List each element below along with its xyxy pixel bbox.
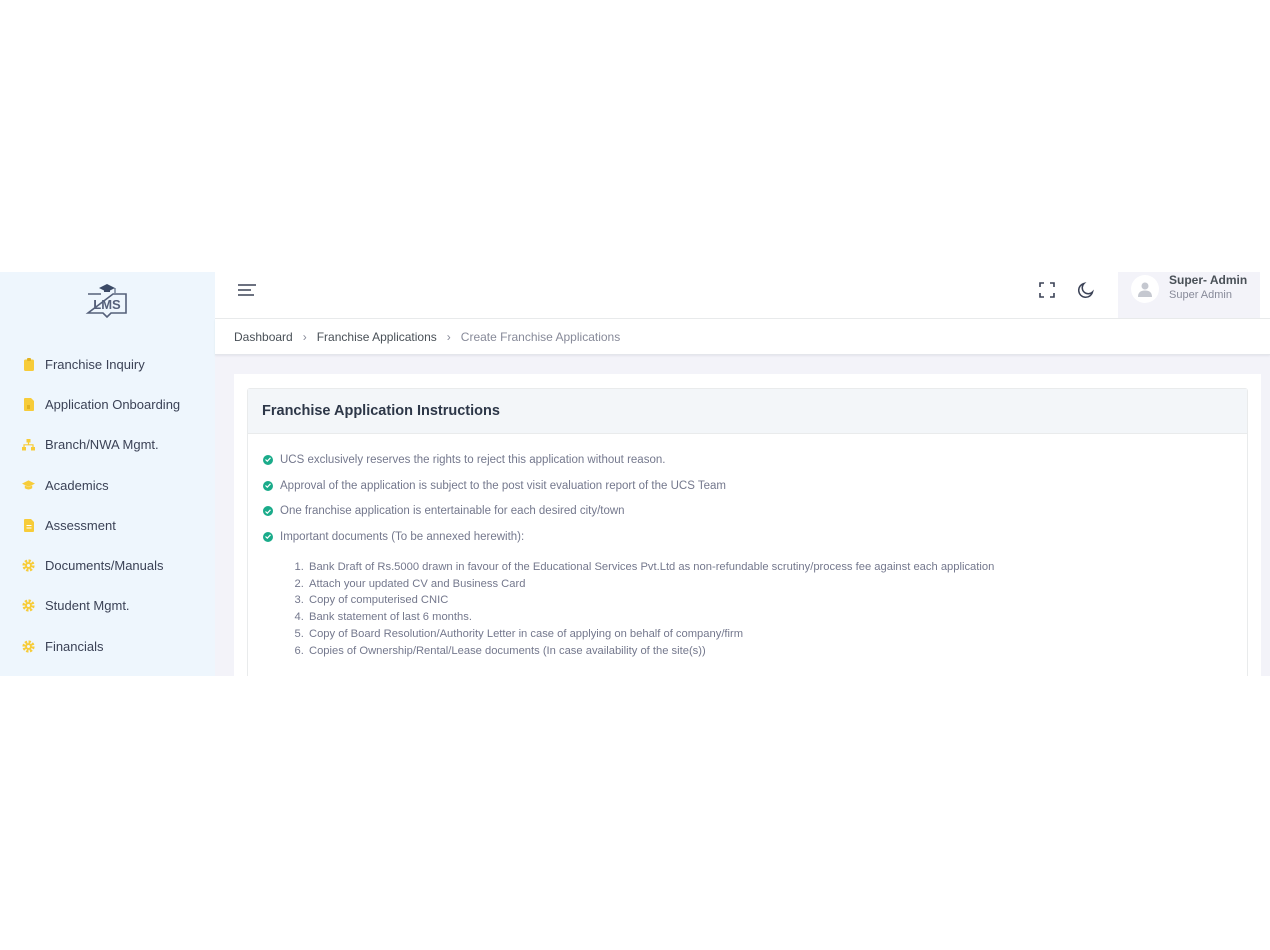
list-item: Bank statement of last 6 months. xyxy=(307,609,1247,626)
fullscreen-icon[interactable] xyxy=(1036,279,1058,301)
list-item: Copy of computerised CNIC xyxy=(307,592,1247,609)
instruction-point: UCS exclusively reserves the rights to r… xyxy=(263,447,1247,473)
hamburger-menu-icon[interactable] xyxy=(237,280,259,300)
file-icon xyxy=(22,397,35,411)
instruction-text: Approval of the application is subject t… xyxy=(280,479,726,492)
user-role: Super Admin xyxy=(1169,289,1232,301)
sidebar-item-label: Application Onboarding xyxy=(45,396,181,412)
breadcrumb-franchise-applications[interactable]: Franchise Applications xyxy=(317,330,437,344)
breadcrumb-separator: › xyxy=(302,329,307,344)
app-shell: LMS Franchise Inquiry Application Onboar… xyxy=(0,272,1270,676)
sidebar-item-documents-manuals[interactable]: Documents/Manuals xyxy=(0,545,215,585)
list-item: Copy of Board Resolution/Authority Lette… xyxy=(307,626,1247,643)
sidebar-item-student-mgmt[interactable]: Student Mgmt. xyxy=(0,586,215,626)
gear-icon xyxy=(22,559,35,572)
breadcrumb-current: Create Franchise Applications xyxy=(460,329,621,344)
sidebar: LMS Franchise Inquiry Application Onboar… xyxy=(0,272,215,676)
sidebar-item-assessment[interactable]: Assessment xyxy=(0,505,215,545)
sidebar-item-label: Financials xyxy=(45,638,104,654)
instruction-point: Approval of the application is subject t… xyxy=(263,473,1247,499)
documents-list: Bank Draft of Rs.5000 drawn in favour of… xyxy=(307,559,1247,660)
document-icon xyxy=(22,518,35,532)
sitemap-icon xyxy=(22,438,35,451)
moon-icon[interactable] xyxy=(1075,279,1097,301)
instructions-card: Franchise Application Instructions UCS e… xyxy=(247,388,1248,676)
lms-logo[interactable]: LMS xyxy=(84,282,130,320)
check-circle-icon xyxy=(263,454,273,465)
sidebar-item-label: Documents/Manuals xyxy=(45,558,164,574)
sidebar-item-application-onboarding[interactable]: Application Onboarding xyxy=(0,384,215,424)
main-content: Super- Admin Super Admin Dashboard › Fra… xyxy=(215,272,1270,676)
instruction-point: Important documents (To be annexed herew… xyxy=(263,524,1247,550)
user-name: Super- Admin xyxy=(1169,273,1248,287)
top-bar: Super- Admin Super Admin xyxy=(215,272,1270,319)
sidebar-item-label: Branch/NWA Mgmt. xyxy=(45,437,159,453)
breadcrumb: Dashboard › Franchise Applications › Cre… xyxy=(215,319,1270,355)
instructions-body: UCS exclusively reserves the rights to r… xyxy=(248,434,1247,660)
breadcrumb-dashboard[interactable]: Dashboard xyxy=(234,330,293,344)
sidebar-item-label: Student Mgmt. xyxy=(45,598,130,614)
list-item: Copies of Ownership/Rental/Lease documen… xyxy=(307,643,1247,660)
graduation-cap-icon xyxy=(22,479,35,492)
instructions-title: Franchise Application Instructions xyxy=(262,403,500,419)
list-item: Attach your updated CV and Business Card xyxy=(307,576,1247,593)
sidebar-item-label: Assessment xyxy=(45,517,116,533)
sidebar-item-financials[interactable]: Financials xyxy=(0,626,215,666)
check-circle-icon xyxy=(263,480,273,491)
breadcrumb-separator: › xyxy=(446,329,451,344)
list-item: Bank Draft of Rs.5000 drawn in favour of… xyxy=(307,559,1247,576)
sidebar-item-branch-nwa-mgmt[interactable]: Branch/NWA Mgmt. xyxy=(0,425,215,465)
content-card: Franchise Application Instructions UCS e… xyxy=(234,374,1261,676)
instruction-point: One franchise application is entertainab… xyxy=(263,498,1247,524)
check-circle-icon xyxy=(263,506,273,517)
sidebar-item-label: Academics xyxy=(45,477,109,493)
sidebar-menu: Franchise Inquiry Application Onboarding… xyxy=(0,344,215,666)
svg-text:LMS: LMS xyxy=(93,297,121,312)
sidebar-item-franchise-inquiry[interactable]: Franchise Inquiry xyxy=(0,344,215,384)
instruction-text: Important documents (To be annexed herew… xyxy=(280,530,525,543)
avatar xyxy=(1131,275,1159,303)
gear-icon xyxy=(22,599,35,613)
instructions-header: Franchise Application Instructions xyxy=(248,389,1247,434)
clipboard-icon xyxy=(22,357,35,371)
instruction-text: UCS exclusively reserves the rights to r… xyxy=(280,453,666,466)
sidebar-item-label: Franchise Inquiry xyxy=(45,356,145,372)
instruction-text: One franchise application is entertainab… xyxy=(280,505,625,518)
sidebar-item-academics[interactable]: Academics xyxy=(0,465,215,505)
user-menu[interactable]: Super- Admin Super Admin xyxy=(1118,272,1260,318)
check-circle-icon xyxy=(263,531,273,542)
gear-icon xyxy=(22,640,35,653)
